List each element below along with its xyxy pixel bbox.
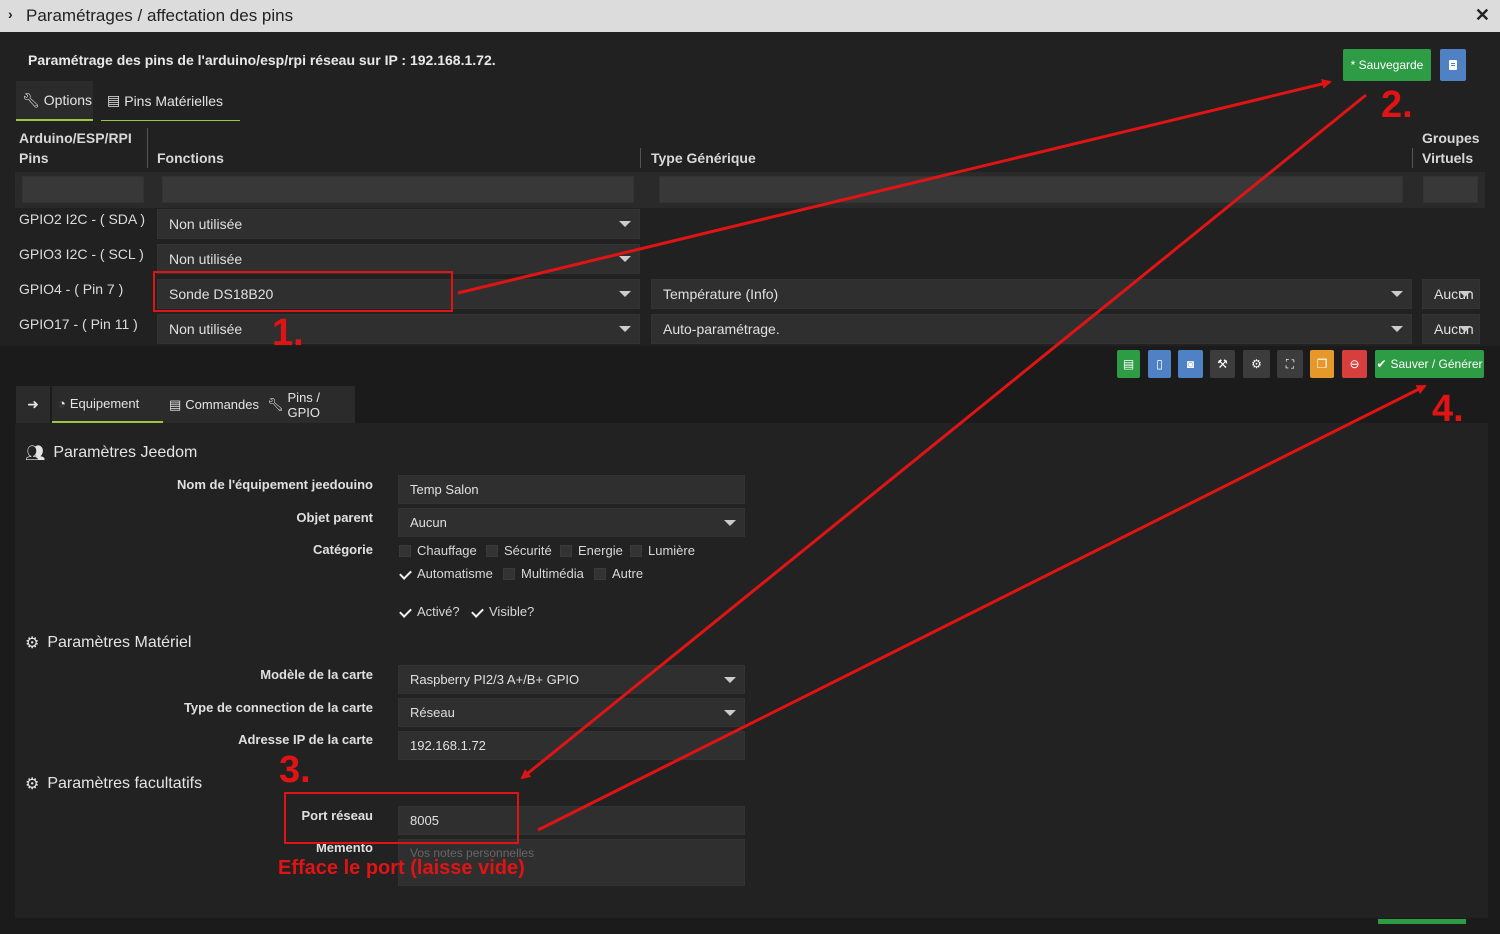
annotation-box-port — [284, 792, 519, 844]
arrow-2-to-3 — [520, 93, 1367, 780]
annotation-arrows — [457, 79, 1427, 832]
arrow-1-to-2 — [457, 79, 1332, 295]
root: › Paramétrages / affectation des pins ✕ … — [0, 0, 1500, 934]
annotation-step-1: 1. — [272, 312, 304, 354]
arrow-3-to-4 — [537, 384, 1427, 832]
annotation-step-4: 4. — [1432, 388, 1464, 430]
annotation-step-3: 3. — [279, 749, 311, 791]
annotation-box-function — [153, 271, 453, 312]
annotation-note: Efface le port (laisse vide) — [278, 857, 525, 879]
annotation-step-2: 2. — [1381, 84, 1413, 126]
